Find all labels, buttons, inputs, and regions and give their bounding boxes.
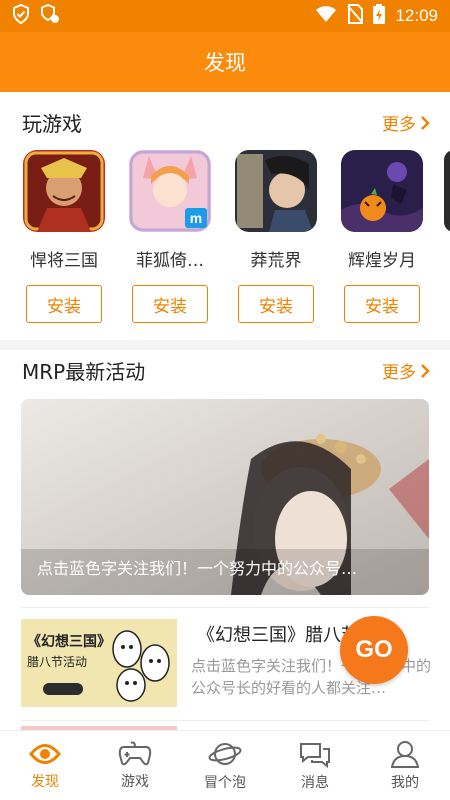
play-games-header: 玩游戏 更多	[22, 108, 430, 137]
game-name: 辉煌岁月	[348, 251, 416, 271]
bottom-tab-bar: 发现 游戏 冒个泡 消息 我的	[0, 730, 450, 800]
play-games-more-link[interactable]: 更多	[382, 110, 430, 135]
header-bar: 发现	[0, 32, 450, 92]
no-sim-icon	[347, 4, 364, 28]
install-button[interactable]: 安装	[26, 285, 102, 323]
planet-icon	[208, 742, 242, 765]
activities-heading: MRP最新活动	[22, 360, 146, 384]
next-game-icon-peek[interactable]	[444, 150, 450, 232]
game-icon-huihuang[interactable]	[341, 150, 423, 232]
game-icon-feihu[interactable]: m	[129, 150, 211, 232]
more-label: 更多	[382, 115, 416, 135]
person-icon	[390, 740, 420, 768]
go-floating-button[interactable]: GO	[340, 616, 408, 684]
status-bar: 12:09	[0, 0, 450, 32]
clock-time: 12:09	[395, 6, 438, 25]
game-name: 菲狐倚…	[136, 251, 204, 271]
gamepad-icon	[118, 741, 152, 765]
chevron-right-icon	[421, 115, 430, 130]
tab-label: 游戏	[121, 773, 149, 790]
install-button[interactable]: 安装	[344, 285, 420, 323]
eye-icon	[29, 743, 61, 764]
notification-settings-icon	[40, 3, 60, 28]
game-name: 悍将三国	[30, 251, 98, 271]
list-divider	[21, 607, 429, 608]
tab-label: 冒个泡	[204, 774, 246, 791]
tab-label: 发现	[31, 773, 59, 790]
activities-header: MRP最新活动 更多	[22, 356, 430, 385]
chat-bubbles-icon	[300, 742, 330, 768]
thumb-badge	[43, 683, 83, 695]
tab-discover[interactable]: 发现	[0, 731, 90, 800]
thumb-subtitle: 腊八节活动	[27, 655, 88, 669]
more-label: 更多	[382, 363, 416, 383]
tab-label: 消息	[301, 774, 329, 791]
game-card[interactable]: m 菲狐倚… 安装	[120, 150, 220, 323]
game-card[interactable]: 莽荒界 安装	[226, 150, 326, 323]
news-thumbnail: 《幻想三国》 腊八节活动	[21, 619, 177, 707]
game-card[interactable]: 辉煌岁月 安装	[332, 150, 432, 323]
section-divider	[0, 340, 450, 350]
shield-check-icon	[12, 3, 30, 28]
list-divider	[21, 720, 429, 721]
tab-messages[interactable]: 消息	[270, 731, 360, 800]
tab-games[interactable]: 游戏	[90, 731, 180, 800]
game-card[interactable]: 悍将三国 安装	[14, 150, 114, 323]
game-icon-manghuang[interactable]	[235, 150, 317, 232]
svg-text:m: m	[190, 210, 202, 226]
game-icon-hanjiang[interactable]	[23, 150, 105, 232]
banner-caption: 点击蓝色字关注我们！一个努力中的公众号…	[37, 559, 358, 578]
battery-charging-icon	[373, 4, 386, 28]
chevron-right-icon	[421, 363, 430, 378]
activities-more-link[interactable]: 更多	[382, 358, 430, 383]
tab-bubble[interactable]: 冒个泡	[180, 731, 270, 800]
game-list: 悍将三国 安装 m 菲狐倚… 安装 莽荒界 安装 辉煌岁月 安装	[0, 150, 450, 340]
cartoon-figures-image	[112, 630, 170, 702]
tab-label: 我的	[391, 774, 419, 791]
page-title: 发现	[204, 51, 246, 75]
play-games-heading: 玩游戏	[22, 112, 82, 136]
install-button[interactable]: 安装	[238, 285, 314, 323]
game-name: 莽荒界	[250, 251, 302, 271]
install-button[interactable]: 安装	[132, 285, 208, 323]
activity-banner[interactable]: 点击蓝色字关注我们！一个努力中的公众号…	[21, 399, 429, 595]
wifi-icon	[315, 5, 337, 27]
tab-mine[interactable]: 我的	[360, 731, 450, 800]
